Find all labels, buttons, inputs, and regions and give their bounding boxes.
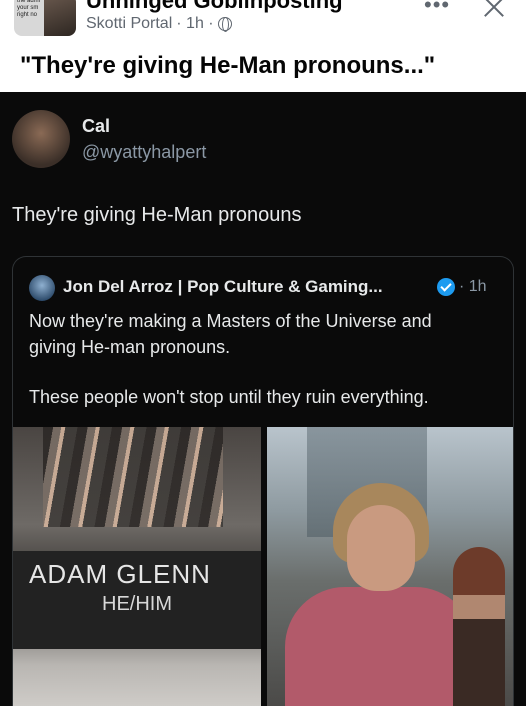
quoted-image-nameplate: ADAM GLENN HE/HIM <box>13 427 261 706</box>
tweet-author-handle: @wyattyhalpert <box>82 142 207 162</box>
quoted-time: · 1h <box>459 278 487 295</box>
verified-badge-icon <box>437 278 455 296</box>
poster-row: Skotti Portal · 1h · <box>86 15 232 33</box>
quoted-image-movie-still <box>267 427 513 706</box>
tweet-text: They're giving He-Man pronouns <box>12 204 302 226</box>
close-icon[interactable] <box>482 0 506 20</box>
tweet-screenshot: Cal @wyattyhalpert They're giving He-Man… <box>0 92 526 706</box>
post-header: the admi your sm right no Unhinged Gobli… <box>0 0 526 92</box>
avatar-photo <box>44 0 76 36</box>
quoted-text-line: Now they're making a Masters of the Univ… <box>29 311 432 331</box>
background-woman <box>453 547 505 706</box>
post-caption: "They're giving He-Man pronouns..." <box>20 52 436 79</box>
quoted-author-name: Jon Del Arroz | Pop Culture & Gaming... <box>63 277 383 296</box>
avatar <box>12 110 70 168</box>
group-avatar-text: the admi your sm right no <box>17 0 41 18</box>
tweet-author-name: Cal <box>82 116 111 136</box>
post-time: · 1h · <box>176 15 214 32</box>
quoted-text-line: These people won't stop until they ruin … <box>29 387 429 407</box>
poster-name[interactable]: Skotti Portal <box>86 15 172 33</box>
group-name[interactable]: Unhinged Goblinposting <box>86 0 343 14</box>
quoted-tweet: Jon Del Arroz | Pop Culture & Gaming... … <box>12 256 514 706</box>
hero-shirt <box>285 587 475 706</box>
plaque-pronouns: HE/HIM <box>102 593 172 615</box>
quoted-author-avatar <box>29 275 55 301</box>
globe-icon <box>217 17 232 32</box>
quoted-text-line: giving He-man pronouns. <box>29 337 231 357</box>
more-options-icon[interactable]: ••• <box>424 0 450 18</box>
pens-cup <box>43 427 223 527</box>
hero-face <box>347 505 415 591</box>
post-viewer: the admi your sm right no Unhinged Gobli… <box>0 0 526 706</box>
group-avatar[interactable]: the admi your sm right no <box>14 0 76 36</box>
plaque-name: ADAM GLENN <box>29 559 211 589</box>
